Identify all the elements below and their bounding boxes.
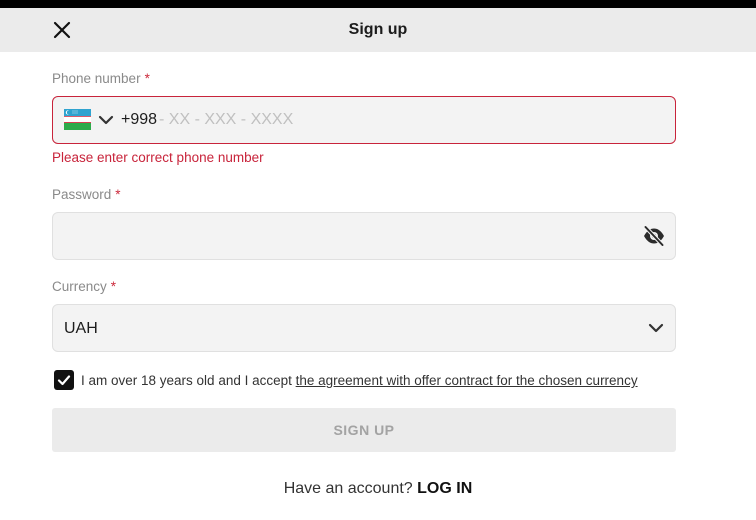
eye-off-icon[interactable] <box>642 225 666 247</box>
modal-header: Sign up <box>0 8 756 52</box>
agreement-checkbox[interactable] <box>54 370 74 390</box>
phone-field: +998 <box>52 96 676 144</box>
currency-label-text: Currency <box>52 279 107 294</box>
phone-error-message: Please enter correct phone number <box>52 150 264 165</box>
dial-code: +998 <box>121 111 158 128</box>
password-label-text: Password <box>52 187 112 202</box>
have-account-text: Have an account? <box>283 480 413 497</box>
required-mark: * <box>115 187 121 202</box>
currency-label: Currency * <box>52 279 116 294</box>
checkmark-icon <box>57 375 71 386</box>
agreement-text: I am over 18 years old and I accept the … <box>81 373 638 388</box>
uzbekistan-flag-icon[interactable] <box>64 109 91 130</box>
required-mark: * <box>144 71 150 86</box>
password-label: Password * <box>52 187 121 202</box>
phone-label-text: Phone number <box>52 71 141 86</box>
currency-selected-value: UAH <box>64 320 98 337</box>
phone-input[interactable] <box>159 105 659 135</box>
login-link[interactable]: LOG IN <box>417 480 472 497</box>
login-prompt: Have an account? LOG IN <box>0 480 756 498</box>
required-mark: * <box>110 279 117 294</box>
currency-select[interactable]: UAH <box>52 304 676 352</box>
top-bar <box>0 0 756 8</box>
password-field <box>52 212 676 260</box>
chevron-down-icon[interactable] <box>97 111 115 129</box>
agreement-link[interactable]: the agreement with offer contract for th… <box>296 373 638 388</box>
chevron-down-icon <box>648 323 664 333</box>
sign-up-button[interactable]: SIGN UP <box>52 408 676 452</box>
phone-label: Phone number * <box>52 71 150 86</box>
modal-title: Sign up <box>348 21 408 38</box>
password-input[interactable] <box>63 221 623 251</box>
agreement-label: I am over 18 years old and I accept <box>81 373 292 388</box>
